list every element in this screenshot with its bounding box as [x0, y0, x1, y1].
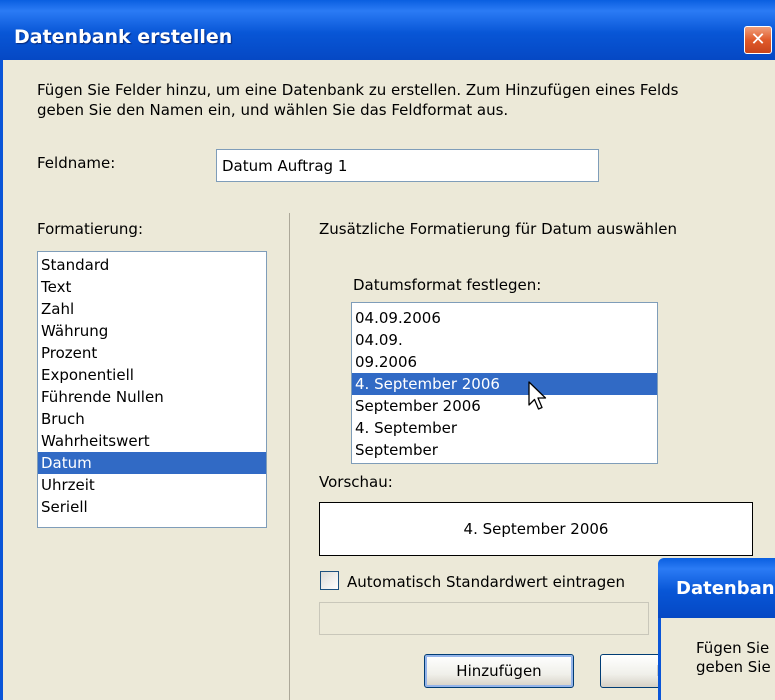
date-format-label: Datumsformat festlegen: — [353, 276, 542, 294]
list-item[interactable]: Uhrzeit — [38, 474, 266, 496]
add-button[interactable]: Hinzufügen — [424, 654, 574, 688]
list-item[interactable]: 09.2006 — [352, 351, 657, 373]
list-item-selected[interactable]: Datum — [38, 452, 266, 474]
second-dialog-line-1: Fügen Sie — [696, 639, 770, 657]
title-bar[interactable]: Datenbank erstellen ✕ — [0, 0, 775, 60]
list-item[interactable]: Zahl — [38, 298, 266, 320]
list-item[interactable]: Währung — [38, 320, 266, 342]
list-item[interactable]: 04.09. — [352, 329, 657, 351]
list-item[interactable]: Standard — [38, 254, 266, 276]
formatting-label: Formatierung: — [37, 220, 144, 238]
mouse-pointer-icon — [528, 381, 547, 410]
list-item[interactable]: September — [352, 439, 657, 461]
auto-default-label[interactable]: Automatisch Standardwert eintragen — [347, 573, 625, 591]
second-dialog-border — [658, 618, 661, 700]
instructions-line-1: Fügen Sie Felder hinzu, um eine Datenban… — [37, 81, 679, 99]
fieldname-input-box[interactable] — [216, 149, 599, 182]
formatting-list[interactable]: Standard Text Zahl Währung Prozent Expon… — [37, 251, 267, 528]
close-icon: ✕ — [750, 29, 766, 50]
window-title: Datenbank erstellen — [14, 26, 233, 48]
default-value-field — [319, 602, 649, 635]
list-item[interactable]: Exponentiell — [38, 364, 266, 386]
second-dialog-title: Datenbank — [676, 578, 775, 599]
second-dialog-titlebar[interactable]: Datenbank — [658, 558, 775, 618]
date-format-list[interactable]: 04.09.2006 04.09. 09.2006 4. September 2… — [351, 302, 658, 464]
list-item[interactable]: Führende Nullen — [38, 386, 266, 408]
preview-box: 4. September 2006 — [319, 502, 753, 556]
close-button[interactable]: ✕ — [744, 26, 772, 54]
preview-value: 4. September 2006 — [463, 520, 609, 538]
instructions-text: Fügen Sie Felder hinzu, um eine Datenban… — [37, 80, 757, 120]
window-border — [0, 60, 3, 700]
list-item[interactable]: 4. September — [352, 417, 657, 439]
instructions-line-2: geben Sie den Namen ein, und wählen Sie … — [37, 101, 509, 119]
list-item[interactable]: Wahrheitswert — [38, 430, 266, 452]
list-item[interactable]: September 2006 — [352, 395, 657, 417]
second-dialog-line-2: geben Sie — [696, 658, 771, 676]
list-item[interactable]: 04.09.2006 — [352, 307, 657, 329]
add-button-label: Hinzufügen — [456, 662, 542, 680]
auto-default-checkbox[interactable] — [320, 571, 339, 590]
list-item[interactable]: Prozent — [38, 342, 266, 364]
extra-formatting-heading: Zusätzliche Formatierung für Datum auswä… — [319, 220, 677, 238]
list-item[interactable]: Text — [38, 276, 266, 298]
preview-label: Vorschau: — [319, 473, 393, 491]
fieldname-input[interactable] — [217, 150, 598, 181]
second-dialog-text: Fügen Sie geben Sie — [696, 639, 775, 677]
list-item[interactable]: Seriell — [38, 496, 266, 518]
list-item-selected[interactable]: 4. September 2006 — [352, 373, 657, 395]
group-separator — [289, 213, 290, 700]
second-dialog[interactable]: Datenbank Fügen Sie geben Sie — [658, 558, 775, 700]
fieldname-label: Feldname: — [37, 154, 116, 172]
list-item[interactable]: Bruch — [38, 408, 266, 430]
